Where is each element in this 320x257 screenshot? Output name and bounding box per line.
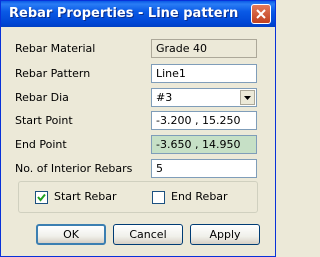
apply-button[interactable]: Apply (190, 224, 260, 245)
interior-rebars-label: No. of Interior Rebars (15, 162, 133, 175)
start-point-label: Start Point (15, 114, 73, 127)
start-rebar-label[interactable]: Start Rebar (54, 190, 117, 203)
start-point-input[interactable]: -3.200 , 15.250 (151, 111, 257, 130)
end-point-label: End Point (15, 138, 67, 151)
rebar-dia-label: Rebar Dia (15, 91, 69, 104)
rebar-options-group: Start Rebar End Rebar (18, 181, 258, 213)
start-rebar-checkbox[interactable] (35, 191, 48, 204)
end-point-input[interactable]: -3.650 , 14.950 (151, 135, 257, 154)
checkmark-icon (37, 193, 46, 202)
rebar-dia-select[interactable]: #3 (151, 88, 257, 107)
rebar-material-field: Grade 40 (151, 39, 257, 58)
title-bar[interactable]: Rebar Properties - Line pattern (1, 1, 275, 27)
window-title: Rebar Properties - Line pattern (9, 6, 239, 21)
rebar-dia-value: #3 (156, 91, 173, 104)
chevron-down-icon (244, 96, 251, 100)
end-rebar-checkbox[interactable] (152, 191, 165, 204)
ok-button[interactable]: OK (36, 224, 106, 245)
rebar-pattern-input[interactable]: Line1 (151, 64, 257, 83)
rebar-pattern-label: Rebar Pattern (15, 67, 91, 80)
cancel-button[interactable]: Cancel (113, 224, 183, 245)
interior-rebars-input[interactable]: 5 (151, 159, 257, 178)
close-button[interactable] (251, 4, 271, 24)
dropdown-button[interactable] (240, 90, 255, 105)
dialog-window: Rebar Properties - Line pattern Rebar Ma… (0, 0, 276, 257)
rebar-material-label: Rebar Material (15, 42, 96, 55)
end-rebar-label[interactable]: End Rebar (171, 190, 228, 203)
close-icon (256, 9, 266, 19)
